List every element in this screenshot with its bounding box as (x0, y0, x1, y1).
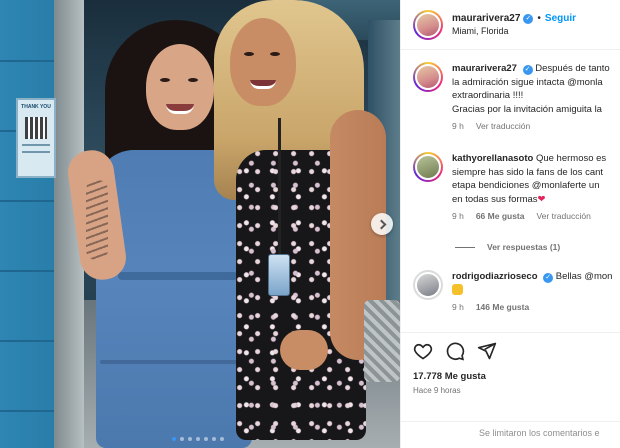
see-translation-link[interactable]: Ver traducción (536, 211, 590, 221)
carousel-dot[interactable] (188, 437, 192, 441)
post-photo[interactable]: THANK YOU (0, 0, 400, 448)
heart-icon[interactable] (413, 341, 433, 361)
person-right-face (230, 18, 296, 106)
poster-title: THANK YOU (21, 104, 51, 110)
action-bar: 17.778 Me gusta Hace 9 horas (401, 332, 620, 401)
qr-code (25, 116, 47, 139)
carousel-dot[interactable] (220, 437, 224, 441)
verified-badge-icon: ✓ (523, 13, 534, 24)
follow-button[interactable]: Seguir (545, 13, 576, 24)
comment-icon[interactable] (445, 341, 465, 361)
carousel-dot[interactable] (204, 437, 208, 441)
post-location[interactable]: Miami, Florida (452, 26, 576, 36)
author-avatar[interactable] (413, 9, 443, 40)
see-translation-link[interactable]: Ver traducción (476, 121, 530, 131)
comment-time[interactable]: 9 h (452, 211, 464, 221)
author-username[interactable]: maurarivera27 (452, 13, 520, 24)
carousel-dots (172, 437, 224, 441)
carousel-dot[interactable] (196, 437, 200, 441)
comment-time[interactable]: 9 h (452, 121, 464, 131)
carousel-dot[interactable] (180, 437, 184, 441)
commenter-avatar[interactable] (413, 62, 443, 92)
comments-limited-notice: Se limitaron los comentarios e (401, 421, 620, 448)
verified-badge-icon: ✓ (522, 65, 533, 75)
likes-count[interactable]: 17.778 Me gusta (413, 371, 609, 382)
post-header: maurarivera27 ✓ • Seguir Miami, Florida (401, 0, 620, 50)
heart-emoji-icon: ❤ (537, 193, 546, 205)
commenter-avatar[interactable] (413, 152, 443, 182)
post-side-panel: maurarivera27 ✓ • Seguir Miami, Florida … (400, 0, 620, 448)
carousel-dot[interactable] (212, 437, 216, 441)
comment-time[interactable]: 9 h (452, 302, 464, 312)
next-slide-button[interactable] (371, 213, 393, 235)
comment-username[interactable]: kathyorellanasoto (452, 153, 533, 164)
post-time[interactable]: Hace 9 horas (413, 386, 609, 395)
instagram-post: THANK YOU maurarivera27 ✓ • Seguir Miami… (0, 0, 620, 448)
comment-item: rodrigodiazrioseco ✓ Bellas @mon 9 h 146… (413, 270, 620, 312)
person-left-face (146, 44, 214, 130)
comment-item: maurarivera27 ✓ Después de tanto la admi… (413, 62, 620, 131)
lanyard (278, 118, 281, 258)
verified-badge-icon: ✓ (543, 273, 554, 283)
share-icon[interactable] (477, 341, 497, 361)
comment-username[interactable]: rodrigodiazrioseco (452, 271, 538, 282)
event-badge (268, 254, 290, 296)
comment-item: kathyorellanasoto Que hermoso es siempre… (413, 152, 620, 221)
chevron-right-icon (376, 219, 386, 229)
thank-you-poster: THANK YOU (16, 98, 56, 178)
handbag (364, 300, 400, 382)
comments-list: maurarivera27 ✓ Después de tanto la admi… (401, 50, 620, 332)
carousel-dot[interactable] (172, 437, 176, 441)
comment-likes[interactable]: 146 Me gusta (476, 302, 529, 312)
comment-username[interactable]: maurarivera27 (452, 63, 517, 74)
comment-likes[interactable]: 66 Me gusta (476, 211, 525, 221)
commenter-avatar[interactable] (413, 270, 443, 300)
view-replies-button[interactable]: Ver respuestas (1) (455, 242, 560, 252)
raised-fist-emoji-icon (452, 283, 463, 295)
